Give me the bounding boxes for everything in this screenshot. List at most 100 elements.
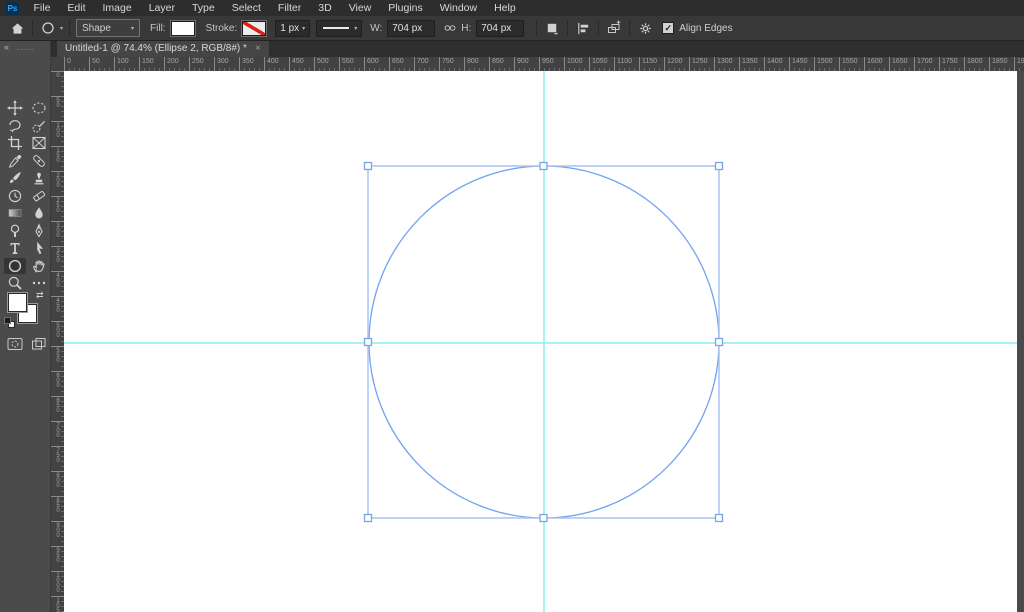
v-ruler-label: 400 — [50, 271, 64, 296]
h-ruler-label: 650 — [389, 57, 414, 71]
gradient-tool[interactable] — [4, 205, 26, 221]
v-ruler-label: 350 — [50, 246, 64, 271]
ellipse-tool[interactable] — [4, 258, 26, 274]
path-selection-tool[interactable] — [28, 240, 50, 256]
swap-colors-icon[interactable]: ⇄ — [36, 290, 44, 301]
tool-mode-select[interactable]: Shape ▾ — [76, 19, 140, 37]
menu-item-type[interactable]: Type — [183, 0, 223, 16]
document-tab[interactable]: Untitled-1 @ 74.4% (Ellipse 2, RGB/8#) *… — [57, 40, 269, 57]
transform-handle-middle-right[interactable] — [716, 339, 723, 346]
menu-item-view[interactable]: View — [340, 0, 380, 16]
menu-item-window[interactable]: Window — [431, 0, 485, 16]
crop-tool[interactable] — [4, 135, 26, 151]
foreground-color-swatch[interactable] — [8, 293, 27, 312]
frame-tool[interactable] — [28, 135, 50, 151]
lasso-tool[interactable] — [4, 118, 26, 134]
edit-toolbar[interactable] — [28, 275, 50, 291]
menu-item-help[interactable]: Help — [486, 0, 525, 16]
close-tab-icon[interactable]: × — [255, 43, 261, 54]
clone-stamp-tool[interactable] — [28, 170, 50, 186]
eyedropper-tool[interactable] — [4, 153, 26, 169]
chevron-down-icon: ▾ — [354, 25, 357, 32]
transform-handle-middle-left[interactable] — [365, 339, 372, 346]
panel-grip[interactable] — [17, 49, 33, 52]
v-ruler-label: 900 — [50, 521, 64, 546]
path-alignment-icon[interactable] — [574, 19, 592, 37]
horizontal-ruler[interactable]: 0501001502002503003504004505005506006507… — [64, 57, 1024, 72]
menu-item-image[interactable]: Image — [94, 0, 140, 16]
transform-handle-top-right[interactable] — [716, 163, 723, 170]
h-ruler-label: 200 — [164, 57, 189, 71]
stroke-width-input[interactable]: 1 px ▾ — [275, 20, 310, 37]
menu-item-file[interactable]: File — [25, 0, 59, 16]
h-ruler-label: 1700 — [914, 57, 939, 71]
stroke-swatch[interactable] — [242, 21, 266, 36]
menu-item-select[interactable]: Select — [223, 0, 269, 16]
move-tool[interactable] — [4, 100, 26, 116]
h-ruler-label: 800 — [464, 57, 489, 71]
default-colors-icon[interactable] — [4, 316, 16, 334]
chevron-down-icon: ▾ — [60, 25, 63, 32]
screen-mode-icon[interactable] — [28, 336, 50, 352]
v-ruler-label: 250 — [50, 196, 64, 221]
transform-handle-top-center[interactable] — [540, 163, 547, 170]
quick-mask-icon[interactable] — [4, 336, 26, 352]
h-ruler-label: 1350 — [739, 57, 764, 71]
pasteboard — [1017, 71, 1024, 612]
blur-tool[interactable] — [28, 205, 50, 221]
h-ruler-label: 700 — [414, 57, 439, 71]
h-ruler-label: 1200 — [664, 57, 689, 71]
fill-swatch[interactable] — [171, 21, 195, 36]
height-label: H: — [461, 23, 471, 34]
h-ruler-label: 350 — [239, 57, 264, 71]
menu-item-plugins[interactable]: Plugins — [380, 0, 431, 16]
elliptical-marquee-tool[interactable] — [28, 100, 50, 116]
transform-handle-top-left[interactable] — [365, 163, 372, 170]
transform-handle-bottom-right[interactable] — [716, 515, 723, 522]
h-ruler-label: 1100 — [614, 57, 639, 71]
h-ruler-label: 600 — [364, 57, 389, 71]
transform-handle-bottom-left[interactable] — [365, 515, 372, 522]
path-operations-icon[interactable] — [543, 19, 561, 37]
hand-tool[interactable] — [28, 258, 50, 274]
quick-selection-tool[interactable] — [28, 118, 50, 134]
vertical-ruler[interactable]: 0501001502002503003504004505005506006507… — [50, 71, 65, 612]
zoom-tool[interactable] — [4, 275, 26, 291]
brush-tool[interactable] — [4, 170, 26, 186]
menu-item-edit[interactable]: Edit — [59, 0, 94, 16]
width-label: W: — [370, 23, 382, 34]
h-ruler-label: 850 — [489, 57, 514, 71]
ruler-origin-corner[interactable] — [50, 57, 65, 72]
link-dimensions-icon[interactable] — [441, 19, 459, 37]
pen-tool[interactable] — [28, 223, 50, 239]
h-ruler-label: 1550 — [839, 57, 864, 71]
history-brush-tool[interactable] — [4, 188, 26, 204]
eraser-tool[interactable] — [28, 188, 50, 204]
dodge-tool[interactable] — [4, 223, 26, 239]
h-ruler-label: 1050 — [589, 57, 614, 71]
v-ruler-label: 850 — [50, 496, 64, 521]
tool-preset-icon[interactable] — [39, 19, 57, 37]
h-ruler-label: 1450 — [789, 57, 814, 71]
h-ruler-label: 1250 — [689, 57, 714, 71]
shape-width-input[interactable]: 704 px — [387, 20, 435, 37]
stroke-style-preview — [323, 27, 349, 29]
menu-item-filter[interactable]: Filter — [269, 0, 309, 16]
home-icon[interactable] — [8, 19, 26, 37]
spot-healing-brush-tool[interactable] — [28, 153, 50, 169]
menu-item-layer[interactable]: Layer — [140, 0, 183, 16]
align-edges-checkbox[interactable]: ✓ — [662, 22, 674, 34]
stroke-style-select[interactable]: ▾ — [316, 20, 362, 37]
photoshop-logo-icon[interactable]: Ps — [6, 2, 19, 15]
path-arrangement-icon[interactable] — [605, 19, 623, 37]
type-tool[interactable] — [4, 240, 26, 256]
transform-handle-bottom-center[interactable] — [540, 515, 547, 522]
tools-panel: « ⇄ — [0, 40, 51, 612]
menu-item-3d[interactable]: 3D — [310, 0, 340, 16]
gear-icon[interactable] — [636, 19, 654, 37]
collapse-panel-icon[interactable]: « — [4, 42, 9, 52]
shape-height-value: 704 px — [481, 23, 511, 34]
chevron-down-icon: ▾ — [302, 25, 305, 32]
shape-height-input[interactable]: 704 px — [476, 20, 524, 37]
h-ruler-label: 1500 — [814, 57, 839, 71]
